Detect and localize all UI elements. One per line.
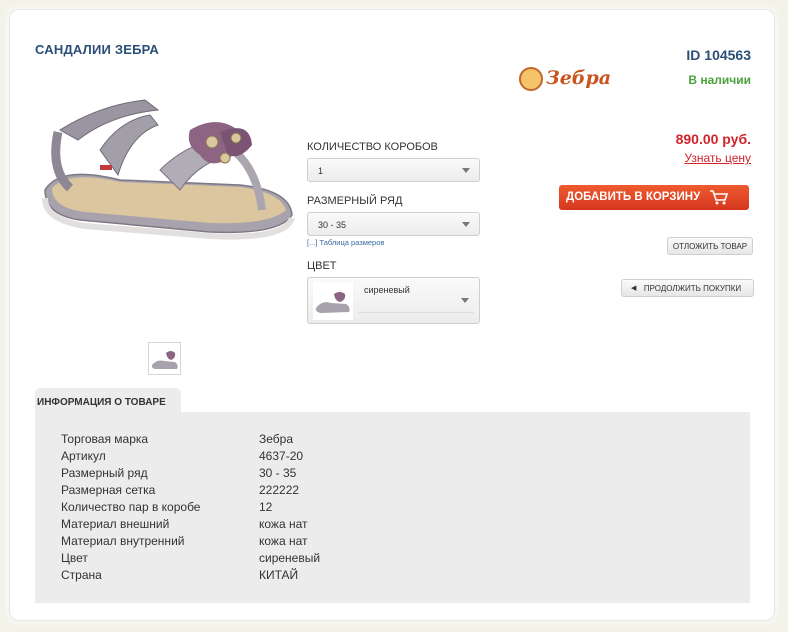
table-row: Артикул 4637-20: [61, 449, 304, 463]
divider: [358, 312, 474, 313]
continue-shopping-label: ПРОДОЛЖИТЬ ПОКУПКИ: [643, 284, 742, 293]
table-row: Материал внутренний кожа нат: [61, 534, 308, 548]
boxes-count-label: КОЛИЧЕСТВО КОРОБОВ: [307, 141, 438, 153]
product-main-image[interactable]: [40, 70, 300, 245]
product-id: ID 104563: [686, 47, 751, 63]
tab-product-info[interactable]: ИНФОРМАЦИЯ О ТОВАРЕ: [35, 388, 181, 414]
sandal-thumbnail-image: [151, 351, 178, 369]
table-row: Цвет сиреневый: [61, 551, 321, 565]
table-row: Размерная сетка 222222: [61, 483, 300, 497]
color-value: сиреневый: [364, 285, 410, 295]
cart-icon: [709, 189, 729, 208]
add-to-cart-button[interactable]: ДОБАВИТЬ В КОРЗИНУ: [559, 185, 749, 210]
table-row: Материал внешний кожа нат: [61, 517, 308, 531]
chevron-down-icon: [462, 222, 470, 227]
color-swatch-image: [313, 282, 353, 320]
continue-shopping-button[interactable]: ◀ ПРОДОЛЖИТЬ ПОКУПКИ: [621, 279, 754, 297]
add-to-cart-label: ДОБАВИТЬ В КОРЗИНУ: [566, 191, 701, 203]
product-price: 890.00 руб.: [675, 131, 751, 147]
table-row: Страна КИТАЙ: [61, 568, 299, 582]
postpone-button[interactable]: ОТЛОЖИТЬ ТОВАР: [667, 237, 753, 255]
chevron-down-icon: [461, 298, 469, 303]
product-title: САНДАЛИИ ЗЕБРА: [35, 42, 159, 57]
product-info-table: Торговая марка Зебра Артикул 4637-20 Разме…: [35, 412, 750, 603]
brand-logo: Зебра: [519, 65, 611, 95]
chevron-down-icon: [462, 168, 470, 173]
ask-price-link[interactable]: Узнать цену: [684, 151, 751, 165]
color-label: ЦВЕТ: [307, 260, 337, 272]
color-select[interactable]: сиреневый: [307, 277, 480, 324]
boxes-count-select[interactable]: 1: [307, 158, 480, 182]
size-range-value: 30 - 35: [318, 220, 347, 230]
arrow-left-icon: ◀: [631, 285, 637, 292]
table-row: Торговая марка Зебра: [61, 432, 294, 446]
table-row: Размерный ряд 30 - 35: [61, 466, 297, 480]
availability-status: В наличии: [688, 73, 751, 87]
size-table-link[interactable]: [...] Таблица размеров: [307, 238, 384, 247]
zebra-mascot-icon: [519, 67, 543, 91]
size-range-select[interactable]: 30 - 35: [307, 212, 480, 236]
table-row: Количество пар в коробе 12: [61, 500, 273, 514]
boxes-count-value: 1: [318, 166, 324, 176]
brand-logo-text: Зебра: [546, 67, 612, 89]
product-thumbnail[interactable]: [148, 342, 181, 375]
size-range-label: РАЗМЕРНЫЙ РЯД: [307, 195, 403, 207]
sandal-image: [42, 99, 295, 240]
